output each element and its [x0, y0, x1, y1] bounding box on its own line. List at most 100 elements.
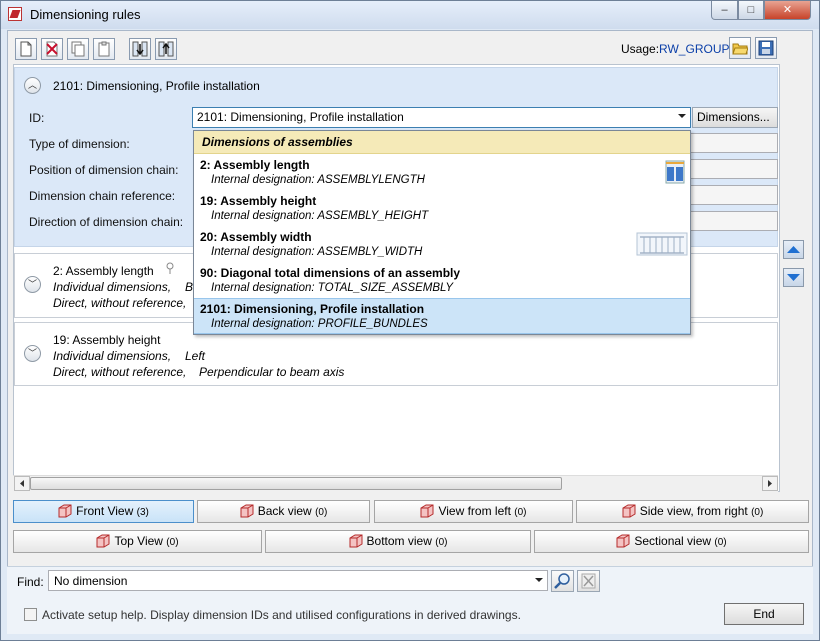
dropdown-item-designation: Internal designation: PROFILE_BUNDLES — [211, 318, 428, 330]
chevron-down-icon — [678, 114, 686, 118]
new-rule-button[interactable] — [15, 38, 37, 60]
delete-icon — [46, 41, 58, 57]
type-of-dimension-label: Type of dimension: — [29, 137, 130, 151]
reference-label: Dimension chain reference: — [29, 189, 176, 203]
window-title: Dimensioning rules — [30, 7, 141, 22]
setup-help-label: Activate setup help. Display dimension I… — [42, 608, 521, 622]
view-label: Back view — [257, 504, 312, 518]
dropdown-item-selected[interactable]: 2101: Dimensioning, Profile installation… — [194, 298, 690, 334]
usage-label: Usage: — [621, 42, 660, 56]
sectional-view-button[interactable]: Sectional view (0) — [534, 530, 809, 553]
find-button[interactable] — [551, 570, 574, 592]
id-label: ID: — [29, 111, 45, 125]
expand-button[interactable]: ﹀ — [24, 345, 41, 362]
collapse-button[interactable]: ︿ — [24, 77, 41, 94]
app-logo-icon — [8, 7, 22, 21]
copy-icon — [71, 41, 85, 57]
cube-icon — [58, 504, 72, 518]
triangle-up-icon — [787, 246, 800, 253]
cube-icon — [616, 534, 630, 548]
move-up-button[interactable] — [155, 38, 177, 60]
front-view-button[interactable]: Front View (3) — [13, 500, 194, 523]
direction-field[interactable] — [690, 211, 778, 231]
view-count: (3) — [136, 507, 149, 518]
id-dropdown[interactable]: 2101: Dimensioning, Profile installation — [192, 107, 691, 128]
find-dropdown-value: No dimension — [54, 574, 128, 588]
back-view-button[interactable]: Back view (0) — [197, 500, 370, 523]
move-down-button[interactable] — [129, 38, 151, 60]
chevron-down-icon: ﹀ — [27, 348, 37, 358]
setup-help-checkbox[interactable] — [24, 608, 37, 621]
move-rule-up-button[interactable] — [783, 240, 804, 259]
top-view-button[interactable]: Top View (0) — [13, 530, 262, 553]
position-label: Position of dimension chain: — [29, 163, 179, 177]
reference-field[interactable] — [690, 185, 778, 205]
chevron-up-icon: ︿ — [27, 80, 37, 90]
rule-detail: Individual dimensions, — [53, 280, 172, 294]
scroll-left-button[interactable] — [14, 476, 30, 491]
open-folder-icon — [732, 43, 748, 55]
rule-detail: Perpendicular to beam axis — [199, 365, 345, 379]
end-button[interactable]: End — [724, 603, 804, 625]
scrollbar-thumb[interactable] — [30, 477, 562, 490]
delete-rule-button[interactable] — [41, 38, 63, 60]
dropdown-item[interactable]: 20: Assembly width Internal designation:… — [194, 227, 690, 263]
type-of-dimension-field[interactable] — [690, 133, 778, 153]
cube-icon — [96, 534, 110, 548]
paste-rule-button[interactable] — [93, 38, 115, 60]
rule-title: 2: Assembly length — [53, 264, 154, 278]
view-count: (0) — [435, 537, 448, 548]
copy-rule-button[interactable] — [67, 38, 89, 60]
arrow-left-icon — [20, 480, 24, 487]
view-label: Top View — [114, 534, 163, 548]
dropdown-item-name: 19: Assembly height — [200, 194, 317, 208]
open-button[interactable] — [729, 37, 751, 59]
view-count: (0) — [751, 507, 764, 518]
view-count: (0) — [714, 537, 727, 548]
left-view-button[interactable]: View from left (0) — [374, 500, 573, 523]
bottom-view-button[interactable]: Bottom view (0) — [265, 530, 531, 553]
usage-value: RW_GROUP — [659, 42, 730, 56]
dropdown-item[interactable]: 19: Assembly height Internal designation… — [194, 191, 690, 227]
find-label: Find: — [17, 575, 44, 589]
dropdown-item[interactable]: 90: Diagonal total dimensions of an asse… — [194, 263, 690, 299]
position-field[interactable] — [690, 159, 778, 179]
maximize-button[interactable]: □ — [738, 1, 764, 20]
paste-icon — [98, 41, 110, 57]
clear-find-button[interactable] — [577, 570, 600, 592]
save-icon — [758, 40, 774, 56]
right-view-button[interactable]: Side view, from right (0) — [576, 500, 809, 523]
expand-button[interactable]: ﹀ — [24, 276, 41, 293]
rule-detail: Left — [185, 349, 206, 363]
search-icon — [165, 262, 175, 274]
id-dropdown-value: 2101: Dimensioning, Profile installation — [197, 110, 404, 124]
cube-icon — [420, 504, 434, 518]
arrow-right-icon — [768, 480, 772, 487]
rule-detail: B — [185, 280, 194, 294]
rule-title: 19: Assembly height — [53, 333, 161, 347]
dimensions-button[interactable]: Dimensions... — [692, 107, 778, 128]
dropdown-item-name: 20: Assembly width — [200, 230, 312, 244]
find-dropdown[interactable]: No dimension — [48, 570, 548, 591]
dropdown-item-designation: Internal designation: TOTAL_SIZE_ASSEMBL… — [211, 282, 454, 294]
cube-icon — [349, 534, 363, 548]
scroll-right-button[interactable] — [762, 476, 778, 491]
move-rule-down-button[interactable] — [783, 268, 804, 287]
id-dropdown-list[interactable]: Dimensions of assemblies 2: Assembly len… — [193, 130, 691, 335]
dropdown-item-name: 90: Diagonal total dimensions of an asse… — [200, 266, 461, 280]
save-button[interactable] — [755, 37, 777, 59]
cube-icon — [240, 504, 254, 518]
chevron-down-icon — [535, 578, 543, 582]
usage-indicator: Usage:RW_GROUP — [621, 42, 729, 56]
cube-icon — [622, 504, 636, 518]
view-label: View from left — [438, 504, 511, 518]
dropdown-item-name: 2: Assembly length — [200, 158, 310, 172]
dropdown-item[interactable]: 2: Assembly length Internal designation:… — [194, 155, 690, 191]
move-down-icon — [132, 41, 148, 57]
dropdown-item-designation: Internal designation: ASSEMBLY_WIDTH — [211, 246, 423, 258]
minimize-button[interactable]: – — [711, 1, 738, 20]
view-label: Front View — [76, 504, 134, 518]
chevron-down-icon: ﹀ — [27, 279, 37, 289]
move-up-icon — [158, 41, 174, 57]
close-button[interactable]: ✕ — [764, 1, 811, 20]
